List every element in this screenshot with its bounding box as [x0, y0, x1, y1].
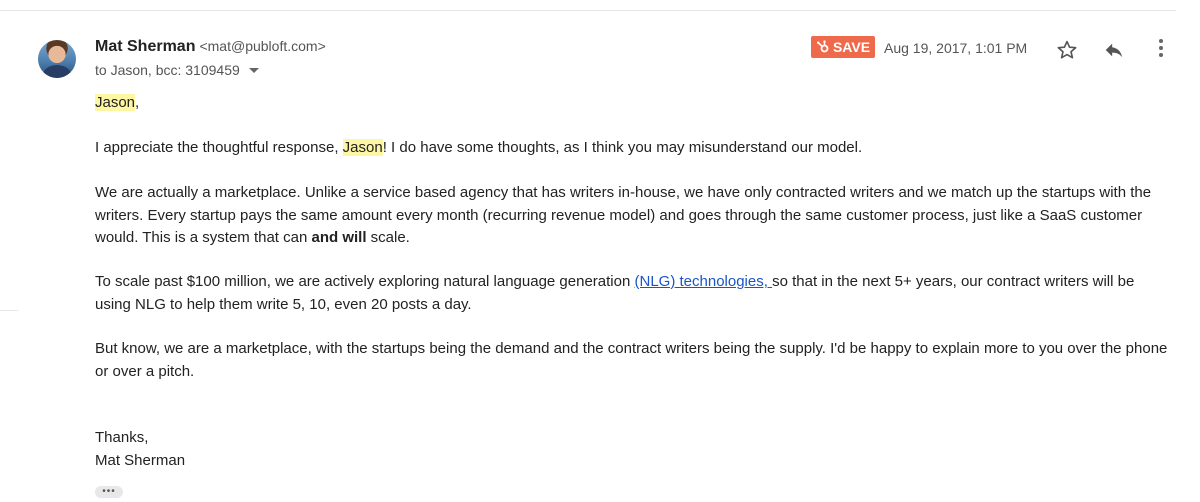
highlighted-name: Jason — [95, 94, 136, 111]
p1-text-before: I appreciate the thoughtful response, — [95, 139, 343, 156]
header-divider — [0, 10, 1176, 11]
paragraph-3: To scale past $100 million, we are activ… — [95, 271, 1170, 316]
star-button[interactable] — [1054, 37, 1080, 63]
sender-avatar[interactable] — [38, 40, 76, 78]
show-trimmed-content-button[interactable]: ••• — [95, 486, 123, 498]
sender-line: Mat Sherman <mat@publoft.com> — [95, 38, 326, 56]
caret-down-icon[interactable] — [248, 67, 259, 73]
signature: Mat Sherman — [95, 452, 186, 469]
paragraph-4: But know, we are a marketplace, with the… — [95, 340, 1168, 380]
nlg-link[interactable]: (NLG) technologies, — [635, 273, 773, 290]
hubspot-sprocket-icon — [816, 40, 829, 53]
signoff: Thanks, — [95, 429, 149, 446]
more-options-button[interactable] — [1150, 37, 1172, 59]
greeting-punct: , — [135, 94, 140, 111]
paragraph-1: I appreciate the thoughtful response, Ja… — [95, 137, 862, 160]
sender-name[interactable]: Mat Sherman — [95, 38, 195, 55]
p3-text-before: To scale past $100 million, we are activ… — [95, 273, 635, 290]
reply-arrow-icon — [1105, 43, 1123, 58]
star-outline-icon — [1057, 40, 1077, 59]
paragraph-2: We are actually a marketplace. Unlike a … — [95, 182, 1170, 250]
message-date: Aug 19, 2017, 1:01 PM — [884, 40, 1028, 56]
recipients-text: to Jason, bcc: 3109459 — [95, 62, 240, 78]
p1-text-after: ! I do have some thoughts, as I think yo… — [382, 139, 863, 156]
p2-text: We are actually a marketplace. Unlike a … — [95, 184, 1152, 246]
p2-bold: and will — [311, 229, 367, 246]
vertical-dots-icon — [1159, 39, 1163, 57]
recipients-line[interactable]: to Jason, bcc: 3109459 — [95, 62, 259, 78]
save-label: SAVE — [832, 39, 871, 55]
reply-button[interactable] — [1101, 37, 1127, 63]
save-button[interactable]: SAVE — [811, 36, 875, 58]
sender-email: <mat@publoft.com> — [199, 38, 326, 54]
highlighted-name: Jason — [342, 139, 383, 156]
greeting: Jason, — [95, 92, 139, 115]
p2-end: scale. — [366, 229, 410, 246]
side-divider — [0, 310, 18, 311]
